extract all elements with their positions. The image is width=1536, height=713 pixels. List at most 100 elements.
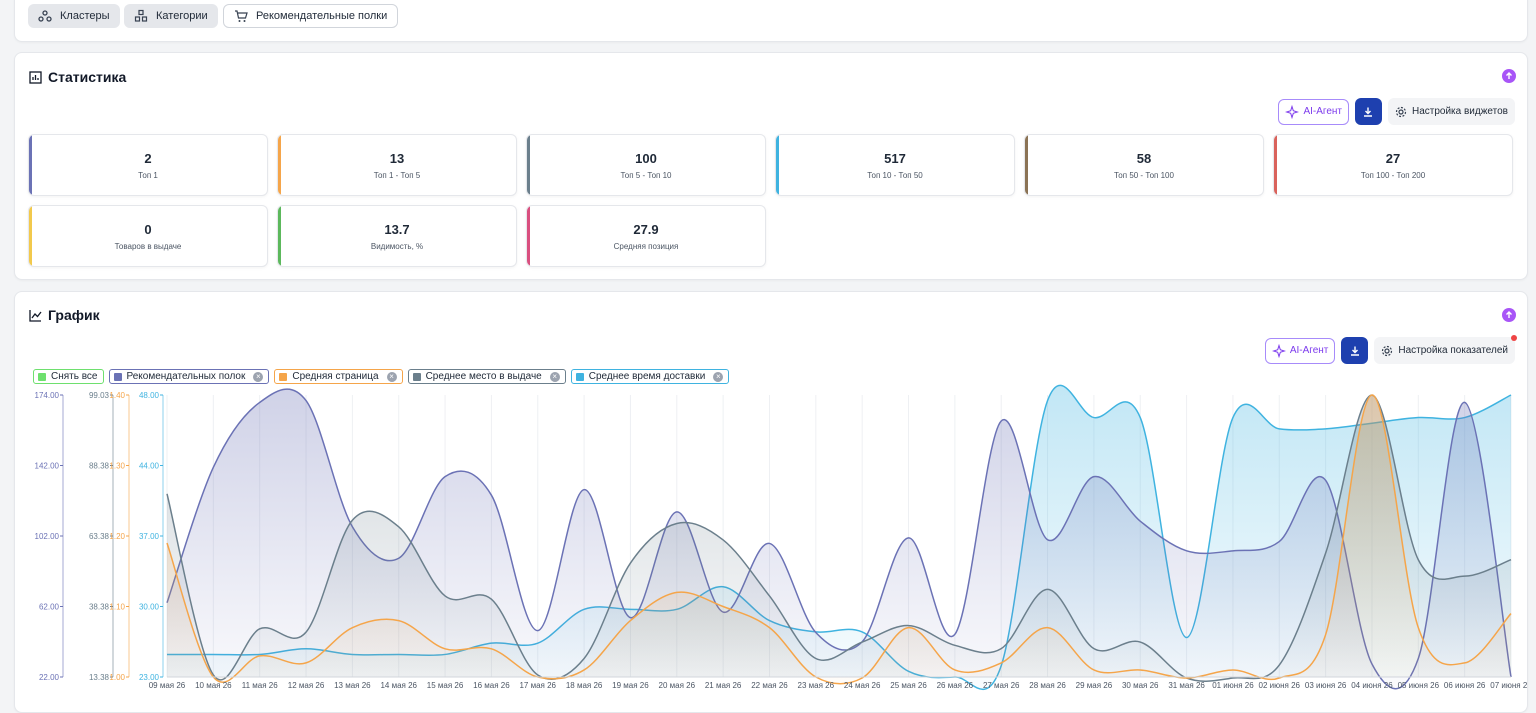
x-tick-label: 24 мая 26	[844, 681, 881, 690]
categories-icon	[134, 9, 148, 22]
stat-value: 0	[144, 222, 152, 237]
statistics-header: Статистика	[29, 69, 126, 85]
x-tick-label: 29 мая 26	[1076, 681, 1113, 690]
gear-icon	[1395, 106, 1407, 117]
stat-tile-top100-200: 27 Топ 100 - Топ 200	[1273, 134, 1513, 196]
x-tick-label: 23 мая 26	[798, 681, 835, 690]
arrow-up-icon	[1506, 72, 1512, 79]
download-button[interactable]	[1354, 98, 1382, 125]
cart-icon	[235, 10, 248, 22]
tab-label: Категории	[156, 10, 208, 22]
x-tick-label: 01 июня 26	[1212, 681, 1254, 690]
x-tick-label: 28 мая 26	[1029, 681, 1066, 690]
y-tick-label: 62.00	[39, 603, 60, 612]
x-tick-label: 10 мая 26	[195, 681, 232, 690]
stat-label: Товаров в выдаче	[114, 242, 182, 251]
line-chart[interactable]: 174.00 142.00 102.00 62.00 22.00 99.03 88.38 63…	[15, 292, 1527, 712]
top-tabs-card: Кластеры Категории Рекомендательные полк…	[14, 0, 1528, 42]
x-tick-label: 31 мая 26	[1168, 681, 1205, 690]
x-tick-label: 22 мая 26	[751, 681, 788, 690]
x-tick-label: 20 мая 26	[659, 681, 696, 690]
x-tick-label: 11 мая 26	[242, 681, 278, 690]
x-tick-label: 06 июня 26	[1444, 681, 1486, 690]
y-tick-label: 63.38	[89, 532, 110, 541]
x-tick-label: 09 мая 26	[149, 681, 186, 690]
x-tick-label: 16 мая 26	[473, 681, 510, 690]
x-tick-label: 04 июня 26	[1351, 681, 1393, 690]
bar-chart-icon	[29, 70, 42, 84]
y-tick-label: 22.00	[39, 673, 60, 682]
stat-label: Средняя позиция	[613, 242, 679, 251]
x-tick-label: 27 мая 26	[983, 681, 1020, 690]
widget-settings-button[interactable]: Настройка виджетов	[1387, 98, 1515, 125]
tab-clusters[interactable]: Кластеры	[28, 4, 120, 28]
ai-agent-button[interactable]: AI-Агент	[1278, 98, 1349, 125]
y-tick-label: 142.00	[35, 462, 60, 471]
sparkle-icon	[1285, 104, 1300, 119]
x-tick-label: 07 июня 26	[1490, 681, 1527, 690]
x-tick-label: 14 мая 26	[380, 681, 417, 690]
stat-tile-top5-10: 100 Топ 5 - Топ 10	[526, 134, 766, 196]
stat-value: 58	[1136, 151, 1152, 166]
stat-value: 100	[635, 151, 657, 166]
y-tick-label: 30.00	[139, 603, 160, 612]
x-tick-label: 03 июня 26	[1305, 681, 1347, 690]
y-tick-label: 174.00	[35, 391, 60, 400]
y-tick-label: 102.00	[35, 532, 60, 541]
stat-tile-top1-5: 13 Топ 1 - Топ 5	[277, 134, 517, 196]
stat-value: 13.7	[384, 222, 410, 237]
y-tick-label: 1.10	[109, 603, 125, 612]
y-tick-label: 37.00	[139, 532, 160, 541]
y-tick-label: 38.38	[89, 603, 110, 612]
y-tick-label: 1.00	[109, 673, 125, 682]
x-tick-label: 02 июня 26	[1259, 681, 1301, 690]
y-tick-label: 13.38	[89, 673, 110, 682]
stat-label: Топ 5 - Топ 10	[620, 171, 672, 180]
x-tick-label: 18 мая 26	[566, 681, 603, 690]
y-tick-label: 99.03	[89, 391, 110, 400]
stat-value: 13	[389, 151, 405, 166]
statistics-toolbar: AI-Агент Настройка виджетов	[1278, 98, 1515, 125]
download-icon	[1364, 107, 1373, 117]
x-tick-label: 30 мая 26	[1122, 681, 1159, 690]
y-tick-label: 88.38	[89, 462, 110, 471]
y-tick-label: 1.20	[109, 532, 125, 541]
stat-value: 2	[144, 151, 152, 166]
x-tick-label: 12 мая 26	[288, 681, 325, 690]
x-tick-label: 13 мая 26	[334, 681, 371, 690]
stat-value: 27	[1385, 151, 1401, 166]
stat-label: Топ 50 - Топ 100	[1114, 171, 1174, 180]
y-tick-label: 1.40	[109, 391, 125, 400]
x-tick-label: 17 мая 26	[519, 681, 556, 690]
tab-categories[interactable]: Категории	[124, 4, 218, 28]
stat-tile-top50-100: 58 Топ 50 - Топ 100	[1024, 134, 1264, 196]
stat-tile-items-in-results: 0 Товаров в выдаче	[28, 205, 268, 267]
ai-agent-label: AI-Агент	[1303, 106, 1342, 117]
x-tick-label: 26 мая 26	[937, 681, 974, 690]
stat-label: Топ 10 - Топ 50	[867, 171, 923, 180]
x-tick-label: 21 мая 26	[705, 681, 742, 690]
stat-label: Топ 100 - Топ 200	[1360, 171, 1426, 180]
widget-settings-label: Настройка виджетов	[1411, 106, 1508, 117]
stat-tile-top10-50: 517 Топ 10 - Топ 50	[775, 134, 1015, 196]
stat-label: Топ 1	[138, 171, 158, 180]
y-tick-label: 1.30	[109, 462, 125, 471]
graph-card: График AI-Агент Настройка показателей Сн…	[14, 291, 1528, 713]
stat-value: 27.9	[633, 222, 659, 237]
stat-label: Топ 1 - Топ 5	[373, 171, 421, 180]
stat-tile-visibility: 13.7 Видимость, %	[277, 205, 517, 267]
y-tick-label: 48.00	[139, 391, 160, 400]
section-title: Статистика	[48, 69, 127, 85]
stat-tile-top1: 2 Топ 1	[28, 134, 268, 196]
tab-label: Кластеры	[60, 10, 110, 22]
collapse-statistics-button[interactable]	[1502, 69, 1516, 83]
tab-label: Рекомендательные полки	[256, 10, 388, 22]
statistics-card: Статистика AI-Агент Настройка виджетов 2…	[14, 52, 1528, 280]
x-tick-label: 05 июня 26	[1398, 681, 1440, 690]
clusters-icon	[38, 10, 52, 22]
tab-recommendation-shelves[interactable]: Рекомендательные полки	[223, 4, 399, 28]
x-tick-label: 19 мая 26	[612, 681, 649, 690]
stat-value: 517	[884, 151, 906, 166]
x-tick-label: 15 мая 26	[427, 681, 464, 690]
stat-tile-average-position: 27.9 Средняя позиция	[526, 205, 766, 267]
